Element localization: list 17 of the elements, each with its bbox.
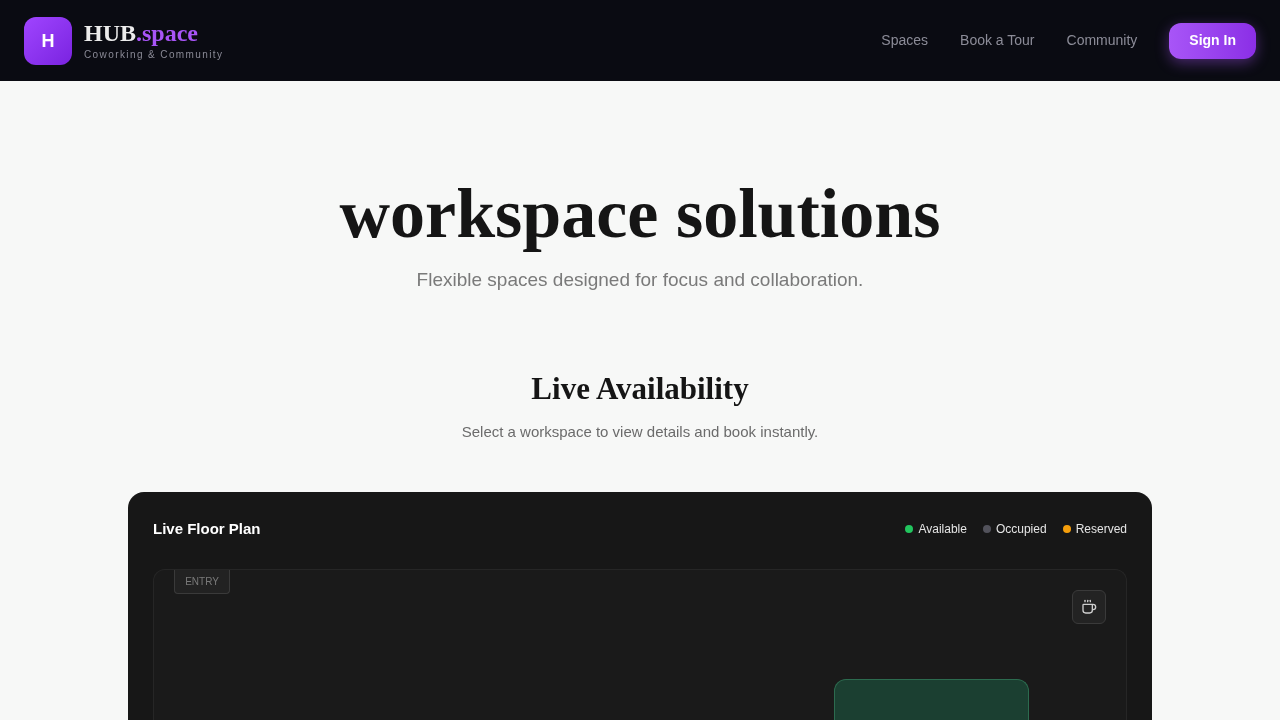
section-subtitle: Select a workspace to view details and book instantly. bbox=[461, 421, 819, 442]
logo-mark: H bbox=[24, 16, 72, 65]
sign-in-button[interactable]: Sign In bbox=[1169, 22, 1256, 59]
legend-label: Available bbox=[918, 521, 967, 538]
legend-label: Reserved bbox=[1075, 521, 1127, 538]
nav-link[interactable]: Book a Tour bbox=[944, 30, 1051, 51]
nav-link[interactable]: Spaces bbox=[865, 30, 945, 51]
card-title: Live Floor Plan bbox=[153, 518, 261, 539]
brand-name: HUB.space bbox=[84, 19, 199, 47]
nav-link[interactable]: Community bbox=[1050, 30, 1154, 51]
brand-tagline: Coworking & Community bbox=[84, 48, 224, 62]
cafe-icon bbox=[1072, 590, 1106, 624]
legend-label: Occupied bbox=[995, 521, 1047, 538]
entry-label: ENTRY bbox=[174, 570, 230, 594]
section-title: Live Availability bbox=[531, 370, 749, 407]
hero-subtitle: Flexible spaces designed for focus and collaboration. bbox=[416, 268, 864, 292]
hero-title: workspace solutions bbox=[339, 176, 941, 252]
